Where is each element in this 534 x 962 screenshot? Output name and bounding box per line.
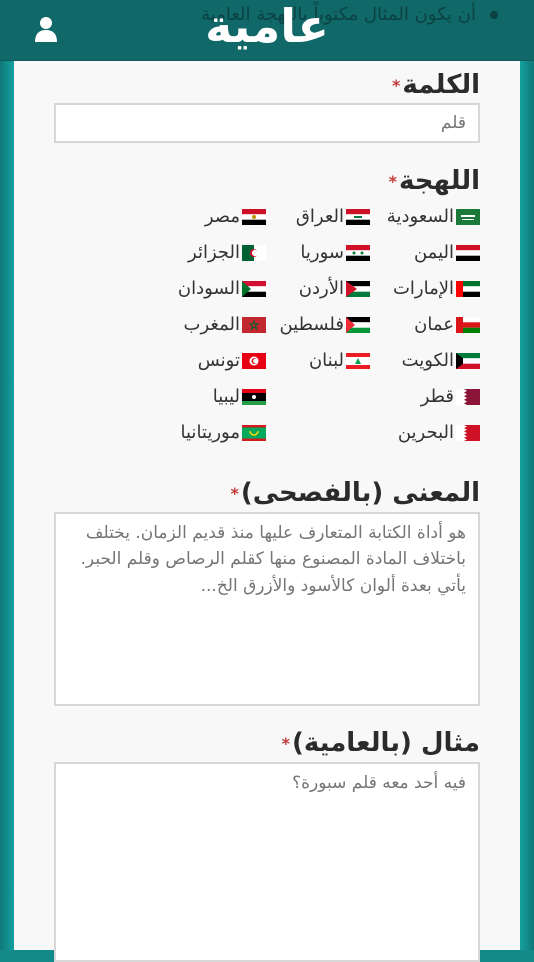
dialect-option-oman[interactable]: عمان <box>414 314 480 335</box>
dialect-option-iraq[interactable]: العراق <box>296 206 370 227</box>
flag-libya-icon <box>242 388 266 405</box>
dialect-option-jordan[interactable]: الأردن <box>299 278 370 299</box>
app-logo: عامية <box>205 0 329 53</box>
dialect-option-saudi[interactable]: السعودية <box>387 206 480 227</box>
dialect-option-algeria[interactable]: الجزائر <box>188 242 266 263</box>
dialect-option-syria[interactable]: سوريا <box>300 242 370 263</box>
dialect-option-morocco[interactable]: المغرب <box>184 314 266 335</box>
flag-uae-icon <box>456 280 480 297</box>
flag-egypt-icon <box>242 208 266 225</box>
dialect-option-palestine[interactable]: فلسطين <box>279 314 370 335</box>
flag-oman-icon <box>456 316 480 333</box>
dialect-option-sudan[interactable]: السودان <box>178 278 266 299</box>
word-label: الكلمة* <box>392 70 480 100</box>
word-input[interactable] <box>54 103 480 143</box>
left-border <box>0 60 14 950</box>
example-label: مثال (بالعامية)* <box>281 728 480 758</box>
dialect-option-libya[interactable]: ليبيا <box>213 386 266 407</box>
right-border <box>520 60 534 950</box>
user-icon[interactable] <box>34 16 58 42</box>
flag-mauritania-icon <box>242 424 266 441</box>
flag-jordan-icon <box>346 280 370 297</box>
dialect-option-bahrain[interactable]: البحرين <box>398 422 480 443</box>
flag-qatar-icon <box>456 388 480 405</box>
flag-iraq-icon <box>346 208 370 225</box>
dialect-option-uae[interactable]: الإمارات <box>393 278 480 299</box>
flag-algeria-icon <box>242 244 266 261</box>
dialect-option-egypt[interactable]: مصر <box>205 206 266 227</box>
dialect-option-tunisia[interactable]: تونس <box>198 350 266 371</box>
flag-bahrain-icon <box>456 424 480 441</box>
dialect-option-mauritania[interactable]: موريتانيا <box>181 422 266 443</box>
submission-form: الكلمة* اللهجة* السعودية العراق مصر اليم… <box>14 60 520 962</box>
flag-sudan-icon <box>242 280 266 297</box>
flag-palestine-icon <box>346 316 370 333</box>
flag-syria-icon <box>346 244 370 261</box>
dialect-option-lebanon[interactable]: لبنان <box>309 350 370 371</box>
meaning-textarea[interactable] <box>54 512 480 706</box>
flag-saudi-icon <box>456 208 480 225</box>
flag-tunisia-icon <box>242 352 266 369</box>
dialect-option-kuwait[interactable]: الكويت <box>402 350 480 371</box>
dialect-option-yemen[interactable]: اليمن <box>414 242 480 263</box>
dialect-label: اللهجة* <box>388 166 480 196</box>
flag-lebanon-icon <box>346 352 370 369</box>
app-header: أن يكون المثال مكتوباً باللهجة العامية ع… <box>0 0 534 61</box>
flag-morocco-icon <box>242 316 266 333</box>
meaning-label: المعنى (بالفصحى)* <box>230 478 480 508</box>
flag-kuwait-icon <box>456 352 480 369</box>
flag-yemen-icon <box>456 244 480 261</box>
dialect-option-qatar[interactable]: قطر <box>421 386 480 407</box>
example-textarea[interactable] <box>54 762 480 962</box>
